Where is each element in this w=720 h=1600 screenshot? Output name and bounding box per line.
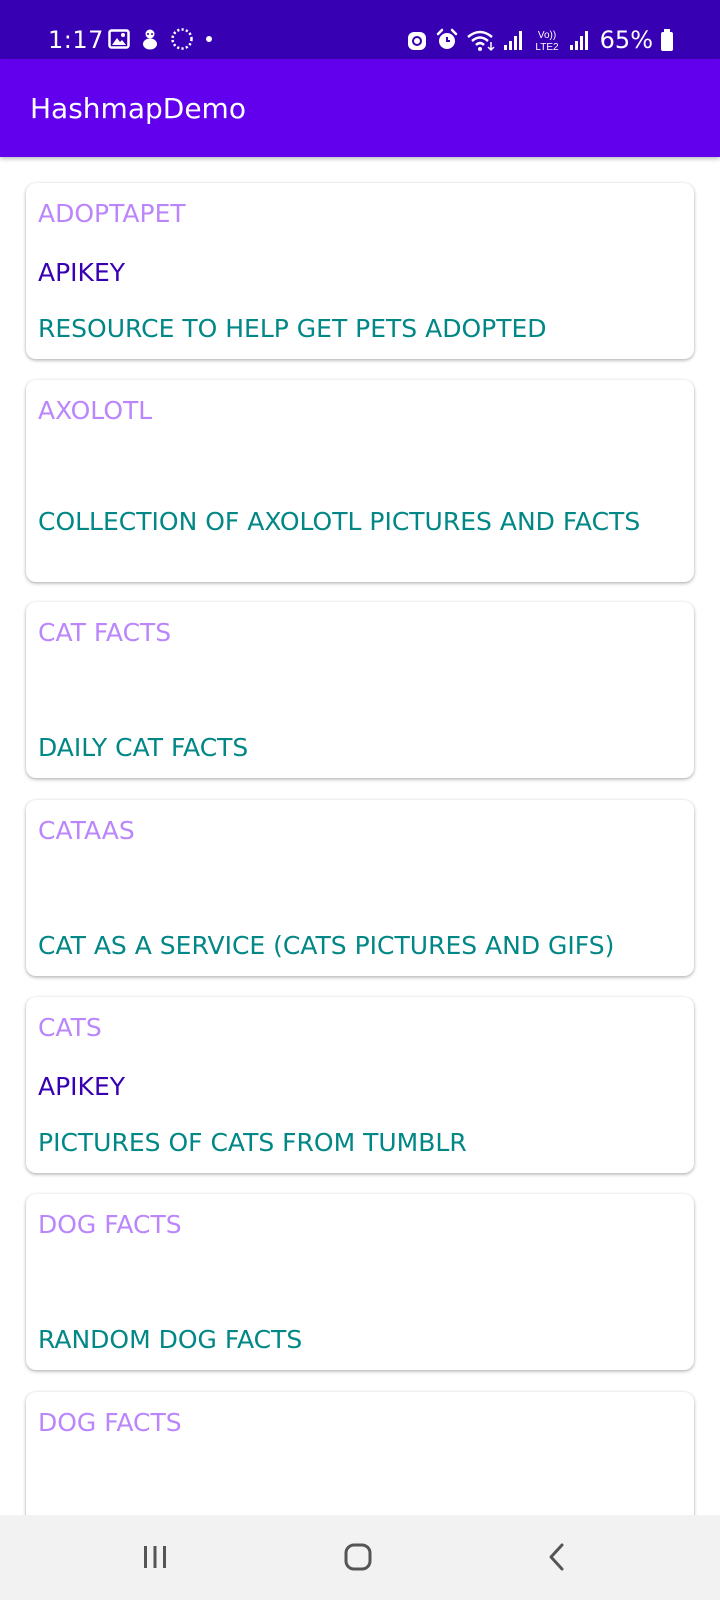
alarm-icon (436, 28, 457, 49)
api-list[interactable]: AdoptAPet apiKey Resource to help get pe… (0, 157, 720, 1515)
system-status-icons: Vo)) LTE2 65% (406, 26, 674, 54)
more-notifications-dot-icon (206, 36, 212, 42)
lte-label: LTE2 (535, 42, 559, 52)
app-bar: HashmapDemo (0, 59, 720, 157)
volte-label: Vo)) (537, 30, 555, 41)
gallery-icon (108, 29, 130, 49)
home-icon[interactable] (338, 1537, 378, 1577)
item-title: AdoptAPet (38, 199, 186, 228)
signal-icon-2 (569, 31, 588, 50)
list-item[interactable]: Cats apiKey Pictures of cats from Tumblr (26, 997, 694, 1173)
item-title: Axolotl (38, 396, 153, 425)
item-title: Cataas (38, 816, 135, 845)
item-description: Resource to help get pets adopted (38, 314, 547, 343)
list-item[interactable]: Axolotl Collection of axolotl pictures a… (26, 380, 694, 582)
list-item[interactable]: AdoptAPet apiKey Resource to help get pe… (26, 183, 694, 359)
item-title: Dog Facts (38, 1210, 182, 1239)
item-title: Cats (38, 1013, 102, 1042)
list-item[interactable]: Cataas Cat as a service (cats pictures a… (26, 800, 694, 976)
item-auth: apiKey (38, 258, 126, 287)
battery-percentage: 65% (599, 26, 653, 54)
back-icon[interactable] (538, 1537, 578, 1577)
item-description: Random dog facts (38, 1325, 303, 1354)
app-title: HashmapDemo (30, 92, 246, 125)
volte-badge-icon: Vo)) LTE2 (535, 30, 559, 52)
recent-apps-icon[interactable] (135, 1537, 175, 1577)
notification-icons (108, 27, 214, 51)
item-auth: apiKey (38, 1072, 126, 1101)
mascot-icon (143, 29, 157, 50)
status-bar: 1:17 Vo)) LTE2 65% (0, 0, 720, 59)
list-item[interactable]: Cat Facts Daily cat facts (26, 602, 694, 778)
status-time: 1:17 (48, 26, 104, 54)
battery-icon (661, 29, 673, 51)
wifi-icon (466, 30, 495, 52)
item-description: Pictures of cats from Tumblr (38, 1128, 467, 1157)
item-title: Dog Facts (38, 1408, 182, 1437)
list-item[interactable]: Dog Facts (26, 1392, 694, 1515)
item-description: Cat as a service (cats pictures and gifs… (38, 931, 615, 960)
navigation-bar (0, 1515, 720, 1600)
item-title: Cat Facts (38, 618, 172, 647)
item-description: Collection of axolotl pictures and facts (38, 507, 641, 536)
app-lock-icon (407, 32, 426, 50)
item-description: Daily cat facts (38, 733, 249, 762)
signal-icon (503, 31, 522, 50)
sync-icon (171, 28, 193, 50)
list-item[interactable]: Dog Facts Random dog facts (26, 1194, 694, 1370)
